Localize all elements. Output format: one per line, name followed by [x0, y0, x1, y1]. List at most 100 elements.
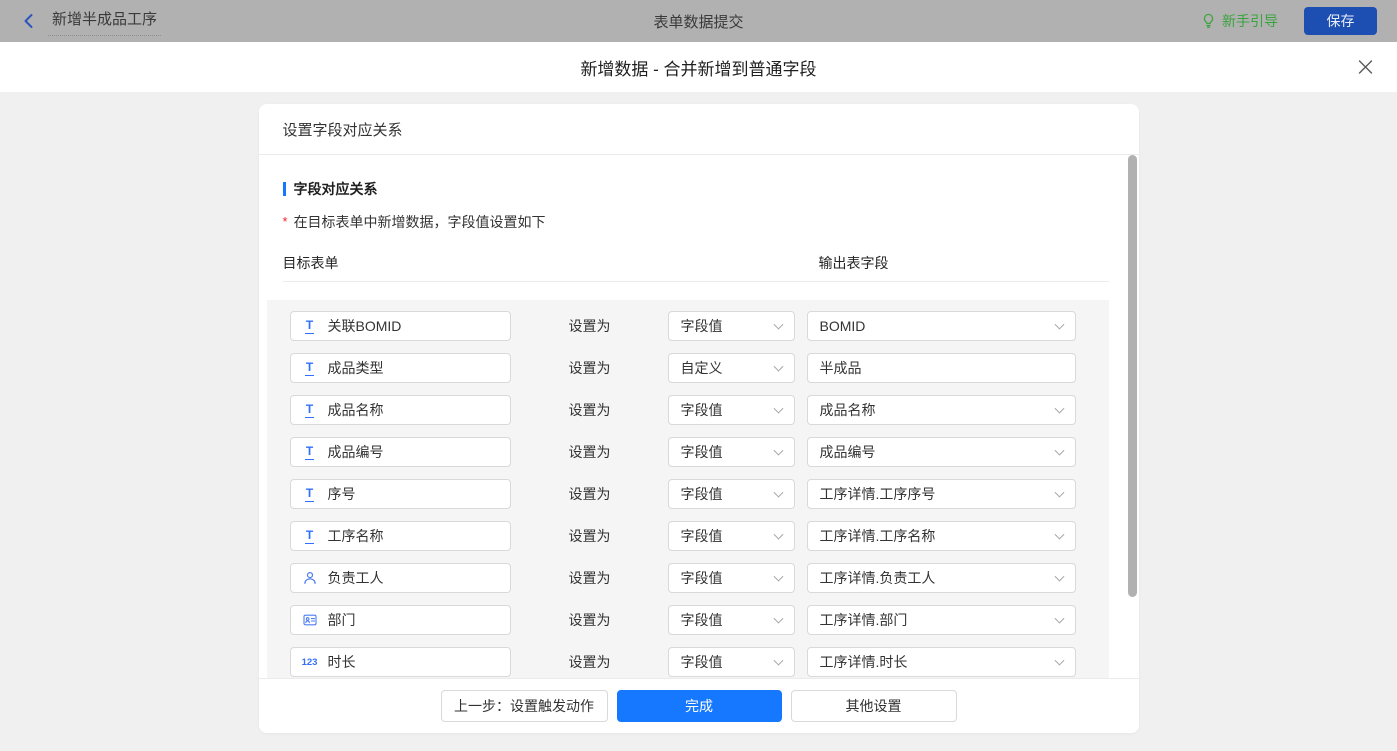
chevron-down-icon: [1054, 529, 1064, 540]
card-body: 字段对应关系 * 在目标表单中新增数据，字段值设置如下 目标表单 输出表字段 T…: [259, 155, 1139, 678]
target-field-label: 负责工人: [327, 570, 384, 586]
mode-select-value: 字段值: [680, 612, 723, 628]
mode-select-value: 字段值: [680, 654, 723, 670]
chevron-down-icon: [773, 319, 783, 330]
vertical-scrollbar[interactable]: [1127, 155, 1137, 597]
section-accent-bar: [282, 182, 286, 196]
dept-field-icon: [301, 613, 319, 627]
value-select[interactable]: 工序详情.负责工人: [806, 563, 1076, 593]
target-field-label: 成品编号: [327, 444, 384, 460]
chevron-down-icon: [773, 655, 783, 666]
rows-panel: T 关联BOMID 设置为 字段值 BOMID T 成品类型 设置为 自定义 半…: [266, 300, 1109, 678]
finish-button[interactable]: 完成: [616, 690, 782, 722]
mapping-row: T 成品名称 设置为 字段值 成品名称: [289, 395, 1109, 425]
value-select[interactable]: 成品编号: [806, 437, 1076, 467]
mode-select[interactable]: 字段值: [667, 479, 795, 509]
set-as-label: 设置为: [568, 360, 611, 376]
mode-select[interactable]: 字段值: [667, 563, 795, 593]
column-divider: [282, 281, 1109, 282]
required-asterisk: *: [282, 214, 288, 229]
set-as-label: 设置为: [568, 612, 611, 628]
value-input[interactable]: 半成品: [806, 353, 1076, 383]
save-button[interactable]: 保存: [1304, 7, 1377, 35]
chevron-down-icon: [1054, 403, 1064, 414]
value-select-value: 工序详情.时长: [819, 654, 908, 670]
mode-select-value: 字段值: [680, 402, 723, 418]
chevron-down-icon: [1054, 571, 1064, 582]
set-as-label: 设置为: [568, 654, 611, 670]
beginner-guide-button[interactable]: 新手引导: [1201, 11, 1278, 31]
chevron-down-icon: [1054, 613, 1064, 624]
close-button[interactable]: [1357, 59, 1374, 76]
value-select-value: 工序详情.工序序号: [819, 486, 936, 502]
mode-select[interactable]: 字段值: [667, 437, 795, 467]
chevron-down-icon: [1054, 319, 1064, 330]
mapping-row: T 序号 设置为 字段值 工序详情.工序序号: [289, 479, 1109, 509]
mode-select[interactable]: 字段值: [667, 395, 795, 425]
mode-select-value: 字段值: [680, 486, 723, 502]
target-field-box: 负责工人: [289, 563, 511, 593]
text-field-icon: T: [304, 359, 315, 376]
settings-card: 设置字段对应关系 字段对应关系 * 在目标表单中新增数据，字段值设置如下 目标表…: [258, 104, 1139, 733]
chevron-down-icon: [1054, 445, 1064, 456]
target-field-label: 工序名称: [327, 528, 384, 544]
modal-body: 设置字段对应关系 字段对应关系 * 在目标表单中新增数据，字段值设置如下 目标表…: [0, 104, 1397, 751]
chevron-down-icon: [773, 529, 783, 540]
target-field-box: T 关联BOMID: [289, 311, 511, 341]
set-as-label: 设置为: [568, 486, 611, 502]
chevron-down-icon: [773, 571, 783, 582]
text-field-icon: T: [304, 485, 315, 502]
target-field-box: 部门: [289, 605, 511, 635]
text-field-icon: T: [304, 317, 315, 334]
mode-select[interactable]: 字段值: [667, 521, 795, 551]
mapping-row: T 成品编号 设置为 字段值 成品编号: [289, 437, 1109, 467]
top-bar: 新增半成品工序 表单数据提交 新手引导 保存: [0, 0, 1397, 42]
number-field-icon: 123: [301, 656, 318, 668]
value-select[interactable]: 工序详情.工序名称: [806, 521, 1076, 551]
chevron-down-icon: [1054, 655, 1064, 666]
mode-select[interactable]: 字段值: [667, 605, 795, 635]
value-select-value: 工序详情.部门: [819, 612, 908, 628]
mode-select[interactable]: 字段值: [667, 311, 795, 341]
mode-select[interactable]: 字段值: [667, 647, 795, 677]
flow-title[interactable]: 新增半成品工序: [48, 6, 162, 36]
chevron-left-icon: [24, 14, 33, 28]
mapping-row: T 成品类型 设置为 自定义 半成品: [289, 353, 1109, 383]
value-select[interactable]: 工序详情.时长: [806, 647, 1076, 677]
lightbulb-icon: [1203, 13, 1214, 28]
mode-select-value: 字段值: [680, 528, 723, 544]
chevron-down-icon: [773, 445, 783, 456]
value-select-value: 半成品: [819, 360, 862, 376]
chevron-down-icon: [773, 361, 783, 372]
value-select[interactable]: 工序详情.部门: [806, 605, 1076, 635]
mode-select-value: 字段值: [680, 444, 723, 460]
value-select-value: 工序详情.负责工人: [819, 570, 936, 586]
target-field-label: 成品类型: [327, 360, 384, 376]
target-field-box: T 成品类型: [289, 353, 511, 383]
set-as-label: 设置为: [568, 444, 611, 460]
previous-step-button[interactable]: 上一步：设置触发动作: [440, 690, 608, 722]
target-field-box: T 序号: [289, 479, 511, 509]
text-field-icon: T: [304, 401, 315, 418]
mode-select-value: 字段值: [680, 570, 723, 586]
page-title: 表单数据提交: [653, 13, 744, 31]
other-settings-button[interactable]: 其他设置: [790, 690, 957, 722]
chevron-down-icon: [773, 487, 783, 498]
beginner-guide-label: 新手引导: [1222, 13, 1278, 29]
mode-select-value: 字段值: [680, 318, 723, 334]
mode-select[interactable]: 自定义: [667, 353, 795, 383]
modal-header: 新增数据 - 合并新增到普通字段: [0, 42, 1397, 92]
value-select[interactable]: 成品名称: [806, 395, 1076, 425]
value-select[interactable]: 工序详情.工序序号: [806, 479, 1076, 509]
column-header-target-form: 目标表单: [282, 255, 339, 271]
text-field-icon: T: [304, 443, 315, 460]
set-as-label: 设置为: [568, 318, 611, 334]
back-button[interactable]: [20, 12, 38, 30]
value-select-value: 工序详情.工序名称: [819, 528, 936, 544]
target-field-box: T 工序名称: [289, 521, 511, 551]
target-field-label: 成品名称: [327, 402, 384, 418]
value-select-value: 成品名称: [819, 402, 876, 418]
value-select[interactable]: BOMID: [806, 311, 1076, 341]
set-as-label: 设置为: [568, 402, 611, 418]
target-field-label: 序号: [327, 486, 356, 502]
